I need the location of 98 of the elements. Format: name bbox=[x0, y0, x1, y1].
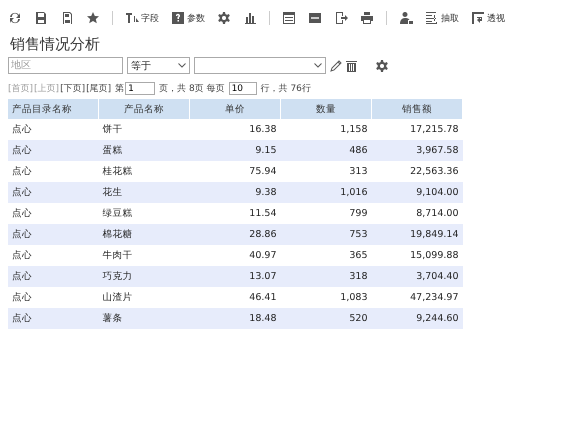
table-cell: 饼干 bbox=[98, 119, 190, 140]
column-header[interactable]: 单价 bbox=[190, 99, 280, 119]
table-cell: 15,099.88 bbox=[372, 245, 462, 266]
table-cell: 山渣片 bbox=[98, 287, 190, 308]
bar-chart-icon bbox=[243, 11, 257, 25]
save-as-icon bbox=[60, 11, 74, 25]
table-cell: 8,714.00 bbox=[372, 203, 462, 224]
toolbar-button[interactable]: 字段 bbox=[125, 11, 159, 25]
report-title: 销售情况分析 bbox=[10, 35, 101, 54]
table-cell: 桂花糕 bbox=[98, 161, 190, 182]
refresh-button[interactable] bbox=[8, 11, 22, 25]
field-icon bbox=[125, 11, 139, 25]
pager-label: 行，共 76行 bbox=[260, 82, 311, 95]
table-cell: 486 bbox=[280, 140, 372, 161]
toolbar-button[interactable]: 参数 bbox=[171, 11, 205, 25]
settings-icon bbox=[217, 11, 231, 25]
pager-label: 第 bbox=[115, 82, 124, 95]
table-cell: 花生 bbox=[98, 182, 190, 203]
table-cell: 46.41 bbox=[190, 287, 280, 308]
user-button[interactable] bbox=[399, 11, 413, 25]
edit-icon[interactable] bbox=[330, 60, 342, 72]
table-cell: 点心 bbox=[8, 182, 98, 203]
table-layout-icon bbox=[282, 11, 296, 25]
pager-label: 页，共 8页 每页 bbox=[159, 82, 225, 95]
table-cell: 3,704.40 bbox=[372, 266, 462, 287]
page-field[interactable]: 1 bbox=[125, 82, 156, 95]
toolbar-button[interactable]: 透视 bbox=[471, 11, 505, 25]
gear-button[interactable] bbox=[217, 11, 231, 25]
page-size-field[interactable]: 10 bbox=[228, 82, 257, 95]
table-cell: 18.48 bbox=[190, 308, 280, 329]
table-cell: 点心 bbox=[8, 224, 98, 245]
chevron-down-icon bbox=[314, 63, 322, 68]
table-cell: 蛋糕 bbox=[98, 140, 190, 161]
table-cell: 799 bbox=[280, 203, 372, 224]
table-cell: 3,967.58 bbox=[372, 140, 462, 161]
table-cell: 40.97 bbox=[190, 245, 280, 266]
table-cell: 28.86 bbox=[190, 224, 280, 245]
star-icon bbox=[86, 11, 100, 25]
table-cell: 9.15 bbox=[190, 140, 280, 161]
table-cell: 13.07 bbox=[190, 266, 280, 287]
print-icon bbox=[360, 11, 374, 25]
saveas-button[interactable] bbox=[60, 11, 74, 25]
star-button[interactable] bbox=[86, 11, 100, 25]
column-header[interactable]: 产品目录名称 bbox=[8, 99, 98, 119]
save-icon bbox=[34, 11, 48, 25]
table-cell: 点心 bbox=[8, 161, 98, 182]
region-field[interactable]: 地区 bbox=[8, 57, 123, 74]
table-cell: 薯条 bbox=[98, 308, 190, 329]
print-button[interactable] bbox=[360, 11, 374, 25]
table-cell: 11.54 bbox=[190, 203, 280, 224]
refresh-icon bbox=[8, 11, 22, 25]
table-cell: 17,215.78 bbox=[372, 119, 462, 140]
exp-button[interactable] bbox=[334, 11, 348, 25]
table-cell: 753 bbox=[280, 224, 372, 245]
table-cell: 牛肉干 bbox=[98, 245, 190, 266]
table-cell: 16.38 bbox=[190, 119, 280, 140]
column-header[interactable]: 产品名称 bbox=[98, 99, 190, 119]
operator-select[interactable]: 等于 bbox=[127, 57, 190, 74]
chevron-down-icon bbox=[178, 63, 186, 68]
table-cell: 365 bbox=[280, 245, 372, 266]
table-cell: 9.38 bbox=[190, 182, 280, 203]
table-cell: 1,083 bbox=[280, 287, 372, 308]
table-cell: 22,563.36 bbox=[372, 161, 462, 182]
layout-button[interactable] bbox=[282, 11, 296, 25]
table-cell: 点心 bbox=[8, 308, 98, 329]
pager-link[interactable]: [下页] bbox=[60, 82, 86, 95]
table-cell: 47,234.97 bbox=[372, 287, 462, 308]
toolbar-button[interactable]: 抽取 bbox=[425, 11, 459, 25]
table-cell: 点心 bbox=[8, 287, 98, 308]
table-cell: 棉花糖 bbox=[98, 224, 190, 245]
table-cell: 520 bbox=[280, 308, 372, 329]
table-cell: 点心 bbox=[8, 140, 98, 161]
table-cell: 318 bbox=[280, 266, 372, 287]
export-icon bbox=[334, 11, 348, 25]
table-cell: 19,849.14 bbox=[372, 224, 462, 245]
table-cell: 9,244.60 bbox=[372, 308, 462, 329]
table-cell: 点心 bbox=[8, 119, 98, 140]
table-cell: 75.94 bbox=[190, 161, 280, 182]
delete-icon[interactable] bbox=[346, 60, 357, 72]
save-button[interactable] bbox=[34, 11, 48, 25]
settings-icon bbox=[375, 58, 389, 72]
table-cell: 绿豆糕 bbox=[98, 203, 190, 224]
table-cell: 1,158 bbox=[280, 119, 372, 140]
table-cell: 点心 bbox=[8, 266, 98, 287]
table-cell: 313 bbox=[280, 161, 372, 182]
column-header[interactable]: 销售额 bbox=[372, 99, 462, 119]
table-cell: 巧克力 bbox=[98, 266, 190, 287]
chart-button[interactable] bbox=[243, 11, 257, 25]
help-icon bbox=[171, 11, 185, 25]
pager-link[interactable]: [尾页] bbox=[86, 82, 112, 95]
table-cell: 1,016 bbox=[280, 182, 372, 203]
table-cell: 9,104.00 bbox=[372, 182, 462, 203]
column-header[interactable]: 数量 bbox=[280, 99, 372, 119]
user-icon bbox=[399, 11, 413, 25]
extract-icon bbox=[425, 11, 439, 25]
pivot-icon bbox=[471, 11, 485, 25]
table-cell: 点心 bbox=[8, 245, 98, 266]
table-cell: 点心 bbox=[8, 203, 98, 224]
